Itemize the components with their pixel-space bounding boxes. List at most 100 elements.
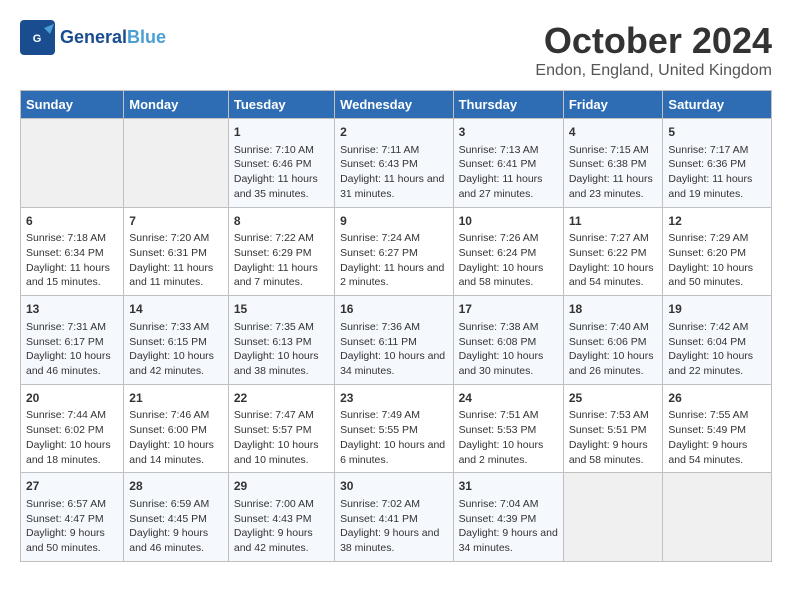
day-info: Sunrise: 6:59 AMSunset: 4:45 PMDaylight:…: [129, 497, 223, 556]
day-number: 22: [234, 390, 329, 407]
month-title: October 2024: [535, 20, 772, 62]
day-number: 30: [340, 478, 447, 495]
calendar-week-row: 1Sunrise: 7:10 AMSunset: 6:46 PMDaylight…: [21, 119, 772, 208]
calendar-cell: [21, 119, 124, 208]
day-number: 9: [340, 213, 447, 230]
day-info: Sunrise: 7:42 AMSunset: 6:04 PMDaylight:…: [668, 320, 766, 379]
day-info: Sunrise: 7:02 AMSunset: 4:41 PMDaylight:…: [340, 497, 447, 556]
location: Endon, England, United Kingdom: [535, 62, 772, 80]
day-info: Sunrise: 7:40 AMSunset: 6:06 PMDaylight:…: [569, 320, 658, 379]
day-info: Sunrise: 7:26 AMSunset: 6:24 PMDaylight:…: [459, 231, 558, 290]
day-info: Sunrise: 7:00 AMSunset: 4:43 PMDaylight:…: [234, 497, 329, 556]
calendar-cell: 17 Sunrise: 7:38 AMSunset: 6:08 PMDayligh…: [453, 296, 563, 385]
day-info: Sunrise: 7:44 AMSunset: 6:02 PMDaylight:…: [26, 408, 118, 467]
day-info: Sunrise: 7:31 AMSunset: 6:17 PMDaylight:…: [26, 320, 118, 379]
page-header: G GeneralBlue October 2024 Endon, Englan…: [20, 20, 772, 80]
day-number: 16: [340, 301, 447, 318]
calendar-cell: 20Sunrise: 7:44 AMSunset: 6:02 PMDayligh…: [21, 384, 124, 473]
calendar-week-row: 20Sunrise: 7:44 AMSunset: 6:02 PMDayligh…: [21, 384, 772, 473]
calendar-cell: 2 Sunrise: 7:11 AMSunset: 6:43 PMDaylight…: [335, 119, 453, 208]
day-number: 7: [129, 213, 223, 230]
day-number: 1: [234, 124, 329, 141]
day-number: 15: [234, 301, 329, 318]
weekday-header-cell: Sunday: [21, 91, 124, 119]
day-number: 2: [340, 124, 447, 141]
day-number: 12: [668, 213, 766, 230]
calendar-cell: 5 Sunrise: 7:17 AMSunset: 6:36 PMDaylight…: [663, 119, 772, 208]
day-info: Sunrise: 7:20 AMSunset: 6:31 PMDaylight:…: [129, 231, 223, 290]
day-info: Sunrise: 7:35 AMSunset: 6:13 PMDaylight:…: [234, 320, 329, 379]
calendar-body: 1Sunrise: 7:10 AMSunset: 6:46 PMDaylight…: [21, 119, 772, 562]
day-number: 4: [569, 124, 658, 141]
day-info: Sunrise: 7:33 AMSunset: 6:15 PMDaylight:…: [129, 320, 223, 379]
day-info: Sunrise: 7:18 AMSunset: 6:34 PMDaylight:…: [26, 231, 118, 290]
calendar-cell: 1Sunrise: 7:10 AMSunset: 6:46 PMDaylight…: [228, 119, 334, 208]
calendar-week-row: 27 Sunrise: 6:57 AMSunset: 4:47 PMDayligh…: [21, 473, 772, 562]
day-number: 8: [234, 213, 329, 230]
day-info: Sunrise: 7:17 AMSunset: 6:36 PMDaylight:…: [668, 143, 766, 202]
calendar-cell: 23Sunrise: 7:49 AMSunset: 5:55 PMDayligh…: [335, 384, 453, 473]
day-info: Sunrise: 7:47 AMSunset: 5:57 PMDaylight:…: [234, 408, 329, 467]
calendar-cell: 25Sunrise: 7:53 AMSunset: 5:51 PMDayligh…: [563, 384, 663, 473]
calendar-cell: 30 Sunrise: 7:02 AMSunset: 4:41 PMDayligh…: [335, 473, 453, 562]
day-info: Sunrise: 7:24 AMSunset: 6:27 PMDaylight:…: [340, 231, 447, 290]
day-info: Sunrise: 7:53 AMSunset: 5:51 PMDaylight:…: [569, 408, 658, 467]
calendar-cell: 22Sunrise: 7:47 AMSunset: 5:57 PMDayligh…: [228, 384, 334, 473]
calendar-cell: 11Sunrise: 7:27 AMSunset: 6:22 PMDayligh…: [563, 207, 663, 296]
day-number: 28: [129, 478, 223, 495]
logo-name: GeneralBlue: [60, 27, 166, 48]
calendar-cell: [563, 473, 663, 562]
day-info: Sunrise: 7:15 AMSunset: 6:38 PMDaylight:…: [569, 143, 658, 202]
calendar-cell: 7Sunrise: 7:20 AMSunset: 6:31 PMDaylight…: [124, 207, 229, 296]
calendar-cell: 14 Sunrise: 7:33 AMSunset: 6:15 PMDayligh…: [124, 296, 229, 385]
day-number: 13: [26, 301, 118, 318]
calendar-cell: 24Sunrise: 7:51 AMSunset: 5:53 PMDayligh…: [453, 384, 563, 473]
day-number: 14: [129, 301, 223, 318]
calendar-cell: 18 Sunrise: 7:40 AMSunset: 6:06 PMDayligh…: [563, 296, 663, 385]
day-number: 6: [26, 213, 118, 230]
calendar-cell: 4 Sunrise: 7:15 AMSunset: 6:38 PMDaylight…: [563, 119, 663, 208]
day-number: 20: [26, 390, 118, 407]
calendar-cell: 6Sunrise: 7:18 AMSunset: 6:34 PMDaylight…: [21, 207, 124, 296]
calendar-cell: 3Sunrise: 7:13 AMSunset: 6:41 PMDaylight…: [453, 119, 563, 208]
calendar-cell: 21Sunrise: 7:46 AMSunset: 6:00 PMDayligh…: [124, 384, 229, 473]
day-number: 11: [569, 213, 658, 230]
day-info: Sunrise: 7:29 AMSunset: 6:20 PMDaylight:…: [668, 231, 766, 290]
day-number: 5: [668, 124, 766, 141]
day-number: 18: [569, 301, 658, 318]
day-info: Sunrise: 7:38 AMSunset: 6:08 PMDaylight:…: [459, 320, 558, 379]
calendar-table: SundayMondayTuesdayWednesdayThursdayFrid…: [20, 90, 772, 562]
day-info: Sunrise: 7:36 AMSunset: 6:11 PMDaylight:…: [340, 320, 447, 379]
day-number: 29: [234, 478, 329, 495]
day-info: Sunrise: 7:27 AMSunset: 6:22 PMDaylight:…: [569, 231, 658, 290]
calendar-cell: 19Sunrise: 7:42 AMSunset: 6:04 PMDayligh…: [663, 296, 772, 385]
calendar-week-row: 6Sunrise: 7:18 AMSunset: 6:34 PMDaylight…: [21, 207, 772, 296]
day-info: Sunrise: 7:13 AMSunset: 6:41 PMDaylight:…: [459, 143, 558, 202]
day-number: 27: [26, 478, 118, 495]
day-number: 23: [340, 390, 447, 407]
calendar-cell: 9Sunrise: 7:24 AMSunset: 6:27 PMDaylight…: [335, 207, 453, 296]
calendar-cell: 15 Sunrise: 7:35 AMSunset: 6:13 PMDayligh…: [228, 296, 334, 385]
svg-text:G: G: [33, 33, 42, 45]
weekday-header-cell: Wednesday: [335, 91, 453, 119]
logo: G GeneralBlue: [20, 20, 166, 55]
weekday-header-cell: Monday: [124, 91, 229, 119]
calendar-cell: 29 Sunrise: 7:00 AMSunset: 4:43 PMDayligh…: [228, 473, 334, 562]
day-info: Sunrise: 7:22 AMSunset: 6:29 PMDaylight:…: [234, 231, 329, 290]
day-info: Sunrise: 6:57 AMSunset: 4:47 PMDaylight:…: [26, 497, 118, 556]
calendar-cell: 13 Sunrise: 7:31 AMSunset: 6:17 PMDayligh…: [21, 296, 124, 385]
day-number: 21: [129, 390, 223, 407]
day-number: 26: [668, 390, 766, 407]
day-info: Sunrise: 7:11 AMSunset: 6:43 PMDaylight:…: [340, 143, 447, 202]
calendar-cell: [124, 119, 229, 208]
weekday-header-cell: Thursday: [453, 91, 563, 119]
day-number: 25: [569, 390, 658, 407]
day-info: Sunrise: 7:51 AMSunset: 5:53 PMDaylight:…: [459, 408, 558, 467]
day-number: 17: [459, 301, 558, 318]
calendar-cell: 12Sunrise: 7:29 AMSunset: 6:20 PMDayligh…: [663, 207, 772, 296]
calendar-cell: 28 Sunrise: 6:59 AMSunset: 4:45 PMDayligh…: [124, 473, 229, 562]
day-info: Sunrise: 7:49 AMSunset: 5:55 PMDaylight:…: [340, 408, 447, 467]
day-info: Sunrise: 7:04 AMSunset: 4:39 PMDaylight:…: [459, 497, 558, 556]
title-block: October 2024 Endon, England, United King…: [535, 20, 772, 80]
calendar-cell: 31Sunrise: 7:04 AMSunset: 4:39 PMDayligh…: [453, 473, 563, 562]
